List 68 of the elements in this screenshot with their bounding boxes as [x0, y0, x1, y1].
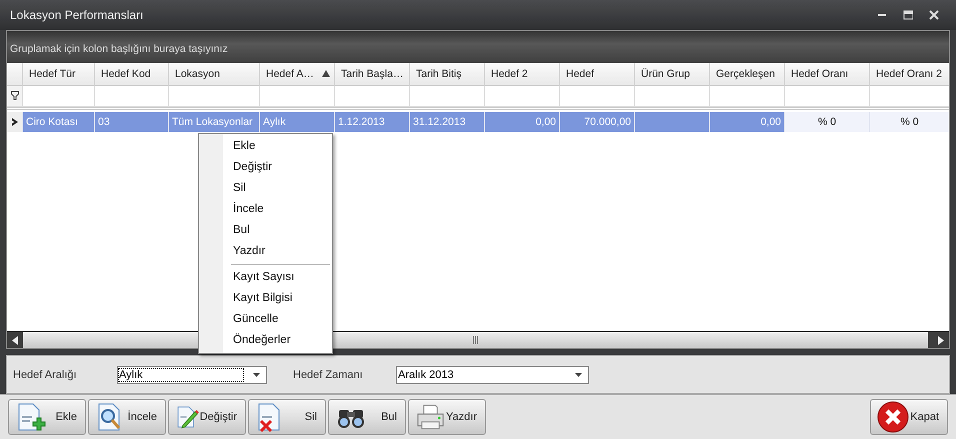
table-cell: 31.12.2013: [410, 112, 485, 132]
toolbar-button[interactable]: İncele: [88, 399, 166, 435]
filter-cell[interactable]: [710, 86, 785, 107]
menu-item[interactable]: Kayıt Bilgisi: [199, 288, 332, 309]
table-cell: 0,00: [710, 112, 785, 132]
menu-item[interactable]: Öndeğerler: [199, 330, 332, 351]
window-title: Lokasyon Performansları: [10, 8, 144, 22]
column-header[interactable]: Ürün Grup: [635, 62, 710, 86]
column-header[interactable]: Hedef Kod: [95, 62, 169, 86]
filter-cell[interactable]: [335, 86, 410, 107]
toolbar-button[interactable]: Ekle: [8, 399, 86, 435]
table-cell: 0,00: [485, 112, 560, 132]
column-header[interactable]: Hedef Oranı 2: [870, 62, 949, 86]
printer-icon: [415, 402, 446, 432]
table-cell: 03: [95, 112, 169, 132]
menu-item[interactable]: Değiştir: [199, 157, 332, 178]
column-header[interactable]: Hedef A…: [260, 62, 335, 86]
filter-cell[interactable]: [785, 86, 870, 107]
dropdown-field[interactable]: Aralık 2013: [396, 366, 589, 384]
filter-cell[interactable]: [635, 86, 710, 107]
column-header[interactable]: Tarih Başla…: [335, 62, 410, 86]
table-cell: 1.12.2013: [335, 112, 410, 132]
filter-cell[interactable]: [260, 86, 335, 107]
column-header[interactable]: Hedef: [560, 62, 635, 86]
column-header[interactable]: Hedef 2: [485, 62, 560, 86]
filter-icon: [10, 91, 18, 100]
scroll-right-icon: [938, 336, 944, 345]
column-header[interactable]: Lokasyon: [169, 62, 260, 86]
dropdown-arrow-icon: [253, 372, 260, 377]
menu-item[interactable]: Yazdır: [199, 241, 332, 262]
table-cell: % 0: [870, 112, 949, 132]
close-form-button[interactable]: Kapat: [870, 399, 948, 435]
menu-item[interactable]: Bul: [199, 220, 332, 241]
menu-item[interactable]: Sil: [199, 178, 332, 199]
dropdown-field[interactable]: Aylık: [117, 366, 267, 384]
filter-cell[interactable]: [560, 86, 635, 107]
column-header[interactable]: Tarih Bitiş: [410, 62, 485, 86]
menu-item[interactable]: Kayıt Sayısı: [199, 267, 332, 288]
group-hint: Gruplamak için kolon başlığını buraya taşıyınız: [10, 42, 228, 55]
toolbar-button[interactable]: Yazdır: [408, 399, 486, 435]
toolbar-button[interactable]: Değiştir: [168, 399, 246, 435]
field-label: Hedef Zamanı: [293, 368, 364, 381]
table-cell: Aylık: [260, 112, 335, 132]
grip-icon: [472, 336, 478, 344]
close-icon: [929, 10, 939, 20]
filter-cell[interactable]: [169, 86, 260, 107]
table-cell: Ciro Kotası: [23, 112, 95, 132]
cancel-icon: [877, 401, 909, 433]
menu-item[interactable]: Güncelle: [199, 309, 332, 330]
column-header[interactable]: Hedef Tür: [23, 62, 95, 86]
filter-cell[interactable]: [95, 86, 169, 107]
filter-cell[interactable]: [23, 86, 95, 107]
table-cell: Tüm Lokasyonlar: [169, 112, 260, 132]
dropdown-arrow-icon: [575, 372, 582, 377]
minimize-icon: [878, 14, 886, 16]
menu-item[interactable]: Ekle: [199, 136, 332, 157]
table-cell: % 0: [785, 112, 870, 132]
column-header[interactable]: Hedef Oranı: [785, 62, 870, 86]
toolbar-button[interactable]: Sil: [248, 399, 326, 435]
filter-cell[interactable]: [410, 86, 485, 107]
filter-cell[interactable]: [485, 86, 560, 107]
toolbar-button[interactable]: Bul: [328, 399, 406, 435]
maximize-icon: [903, 10, 913, 20]
table-cell: 70.000,00: [560, 112, 635, 132]
scroll-left-icon: [12, 336, 18, 345]
menu-item[interactable]: İncele: [199, 199, 332, 220]
column-header[interactable]: Gerçekleşen: [710, 62, 785, 86]
field-label: Hedef Aralığı: [13, 368, 78, 381]
